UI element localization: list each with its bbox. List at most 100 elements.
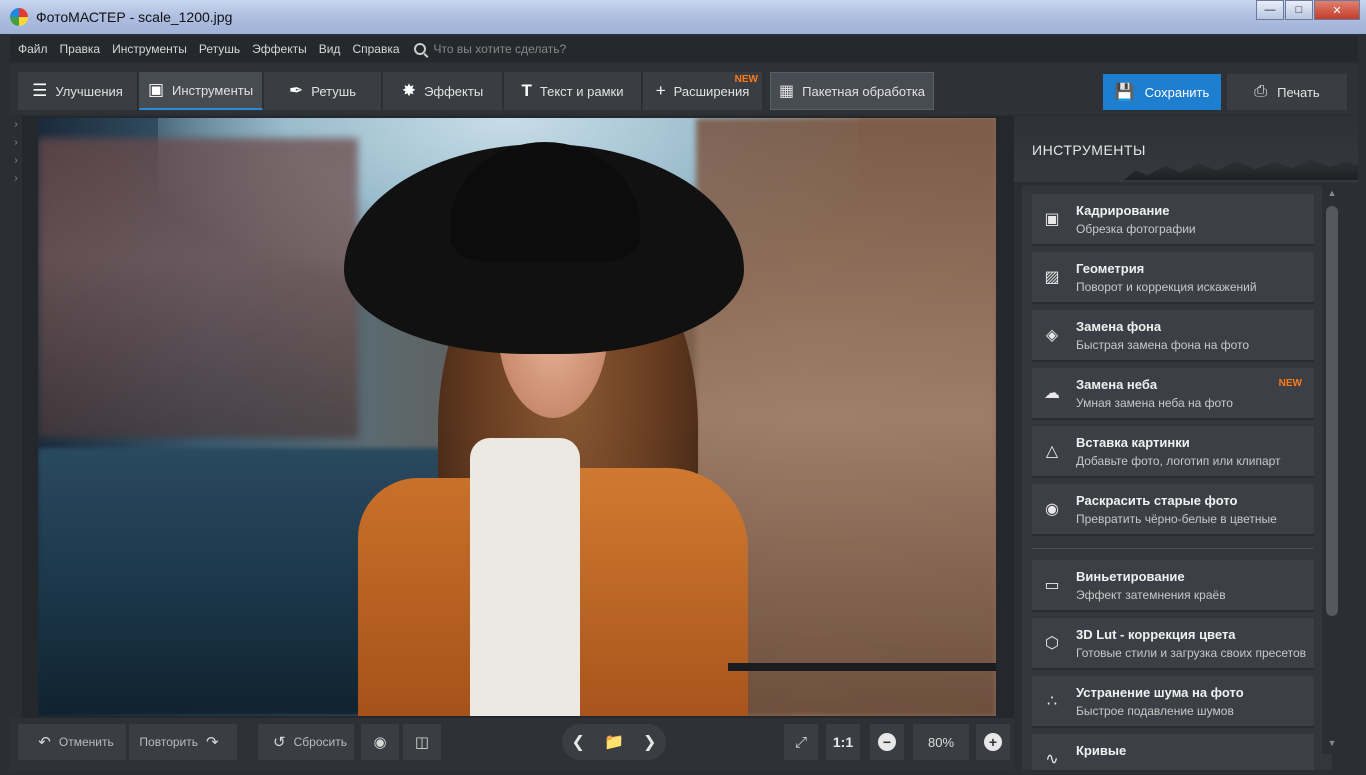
tool-subtitle: Быстрая замена фона на фото xyxy=(1076,338,1250,352)
tool-title: 3D Lut - коррекция цвета xyxy=(1076,627,1236,642)
tool-title: Кривые xyxy=(1076,743,1127,758)
tool-subtitle: Умная замена неба на фото xyxy=(1076,396,1233,410)
chevron-right-icon: › xyxy=(14,173,18,184)
tab-label: Ретушь xyxy=(311,83,356,99)
save-button[interactable]: 💾 Сохранить xyxy=(1103,74,1221,110)
eye-icon: ◉ xyxy=(373,734,387,751)
maximize-button[interactable]: □ xyxy=(1285,0,1313,20)
menu-tools[interactable]: Инструменты xyxy=(112,42,187,56)
brush-icon: ✒ xyxy=(289,81,304,100)
menu-file[interactable]: Файл xyxy=(18,42,48,56)
undo-button[interactable]: ↶ Отменить xyxy=(18,724,126,760)
redo-button[interactable]: Повторить ↷ xyxy=(129,724,237,760)
tool-3d-lut[interactable]: ⬡ 3D Lut - коррекция цвета Готовые стили… xyxy=(1032,618,1314,670)
tab-tools[interactable]: ▣ Инструменты xyxy=(139,72,263,110)
tools-scrollbar[interactable]: ▲ ▼ xyxy=(1322,186,1342,754)
menu-retouch[interactable]: Ретушь xyxy=(199,42,240,56)
print-button[interactable]: ⎙ Печать xyxy=(1227,74,1347,110)
menu-edit[interactable]: Правка xyxy=(60,42,101,56)
tool-subtitle: Быстрое подавление шумов xyxy=(1076,704,1234,718)
floppy-icon: 💾 xyxy=(1114,84,1135,101)
photo-preview[interactable] xyxy=(38,118,996,716)
tool-subtitle: Поворот и коррекция искажений xyxy=(1076,280,1257,294)
redo-label: Повторить xyxy=(139,735,198,749)
next-icon[interactable]: ❯ xyxy=(643,732,656,752)
forest-silhouette xyxy=(1124,159,1358,180)
zoom-out-button[interactable]: − xyxy=(870,724,904,760)
new-badge: NEW xyxy=(1278,378,1302,389)
batch-processing-button[interactable]: ▦ Пакетная обработка xyxy=(770,72,934,110)
chevron-right-icon: › xyxy=(14,155,18,166)
tab-text-frames[interactable]: T Текст и рамки xyxy=(504,72,642,110)
fit-screen-icon: ⤢ xyxy=(794,733,807,751)
tool-background-replace[interactable]: ◈ Замена фона Быстрая замена фона на фот… xyxy=(1032,310,1314,362)
title-bar: ФотоМАСТЕР - scale_1200.jpg — □ ✕ xyxy=(0,0,1366,34)
print-label: Печать xyxy=(1277,84,1320,100)
tool-geometry[interactable]: ▨ Геометрия Поворот и коррекция искажени… xyxy=(1032,252,1314,304)
geometry-icon: ▨ xyxy=(1044,269,1060,286)
panel-header: ИНСТРУМЕНТЫ xyxy=(1014,116,1358,182)
cube-icon: ⬡ xyxy=(1045,635,1059,652)
gallery-icon: ▦ xyxy=(779,83,795,100)
search-input[interactable]: Что вы хотите сделать? xyxy=(434,42,567,56)
zoom-level[interactable]: 80% xyxy=(913,724,969,760)
tool-sky-replace[interactable]: ☁ Замена неба Умная замена неба на фото … xyxy=(1032,368,1314,420)
menu-help[interactable]: Справка xyxy=(352,42,399,56)
tool-subtitle: Эффект затемнения краёв xyxy=(1076,588,1226,602)
palette-icon: ◉ xyxy=(1045,501,1059,518)
tool-insert-image[interactable]: △ Вставка картинки Добавьте фото, логоти… xyxy=(1032,426,1314,478)
chevron-right-icon: › xyxy=(14,119,18,130)
curves-icon: ∿ xyxy=(1045,751,1059,768)
tool-subtitle: Превратить чёрно-белые в цветные xyxy=(1076,512,1277,526)
divider xyxy=(1032,548,1314,549)
folder-icon[interactable]: 📁 xyxy=(604,732,624,752)
app-window: ФотоМАСТЕР - scale_1200.jpg — □ ✕ Файл П… xyxy=(0,0,1366,775)
tool-title: Замена неба xyxy=(1076,377,1158,392)
tool-vignette[interactable]: ▭ Виньетирование Эффект затемнения краёв xyxy=(1032,560,1314,612)
tab-extensions[interactable]: + Расширения NEW xyxy=(643,72,763,110)
previous-icon[interactable]: ❮ xyxy=(572,732,585,752)
tab-effects[interactable]: ✸ Эффекты xyxy=(383,72,503,110)
tool-title: Устранение шума на фото xyxy=(1076,685,1244,700)
fit-screen-button[interactable]: ⤢ xyxy=(784,724,818,760)
app-logo-icon xyxy=(10,8,28,26)
tool-curves[interactable]: ∿ Кривые xyxy=(1032,734,1314,770)
save-label: Сохранить xyxy=(1144,84,1210,100)
scroll-down-icon[interactable]: ▼ xyxy=(1326,738,1338,750)
actual-size-button[interactable]: 1:1 xyxy=(826,724,860,760)
tool-colorize[interactable]: ◉ Раскрасить старые фото Превратить чёрн… xyxy=(1032,484,1314,536)
tool-crop[interactable]: ▣ Кадрирование Обрезка фотографии xyxy=(1032,194,1314,246)
window-title: ФотоМАСТЕР - scale_1200.jpg xyxy=(36,9,233,25)
zoom-in-button[interactable]: + xyxy=(976,724,1010,760)
menu-effects[interactable]: Эффекты xyxy=(252,42,307,56)
tab-label: Текст и рамки xyxy=(539,83,624,99)
tool-title: Вставка картинки xyxy=(1076,435,1190,450)
tool-denoise[interactable]: ∴ Устранение шума на фото Быстрое подавл… xyxy=(1032,676,1314,728)
tool-title: Виньетирование xyxy=(1076,569,1185,584)
reset-icon: ↺ xyxy=(273,734,286,751)
minimize-button[interactable]: — xyxy=(1256,0,1284,20)
history-expander[interactable]: › › › › xyxy=(10,116,22,716)
batch-label: Пакетная обработка xyxy=(802,83,926,99)
compare-icon: ◫ xyxy=(414,734,430,751)
plus-icon: + xyxy=(655,81,666,100)
menu-bar: Файл Правка Инструменты Ретушь Эффекты В… xyxy=(10,36,1358,62)
scroll-thumb[interactable] xyxy=(1326,206,1338,616)
tool-title: Кадрирование xyxy=(1076,203,1170,218)
preview-toggle-button[interactable]: ◉ xyxy=(361,724,399,760)
tab-enhancements[interactable]: ☰ Улучшения xyxy=(18,72,138,110)
tools-panel: ИНСТРУМЕНТЫ ▣ Кадрирование Обрезка фотог… xyxy=(1014,116,1358,770)
menu-view[interactable]: Вид xyxy=(319,42,341,56)
close-button[interactable]: ✕ xyxy=(1314,0,1360,20)
reset-button[interactable]: ↺ Сбросить xyxy=(258,724,354,760)
scroll-up-icon[interactable]: ▲ xyxy=(1326,188,1338,200)
fill-bucket-icon: ◈ xyxy=(1045,327,1059,344)
tool-subtitle: Обрезка фотографии xyxy=(1076,222,1196,236)
tab-retouch[interactable]: ✒ Ретушь xyxy=(264,72,382,110)
compare-button[interactable]: ◫ xyxy=(403,724,441,760)
tool-title: Раскрасить старые фото xyxy=(1076,493,1238,508)
insert-image-icon: △ xyxy=(1045,443,1059,460)
search-icon xyxy=(413,43,426,55)
tab-label: Эффекты xyxy=(424,83,484,99)
tab-label: Расширения xyxy=(673,83,750,99)
